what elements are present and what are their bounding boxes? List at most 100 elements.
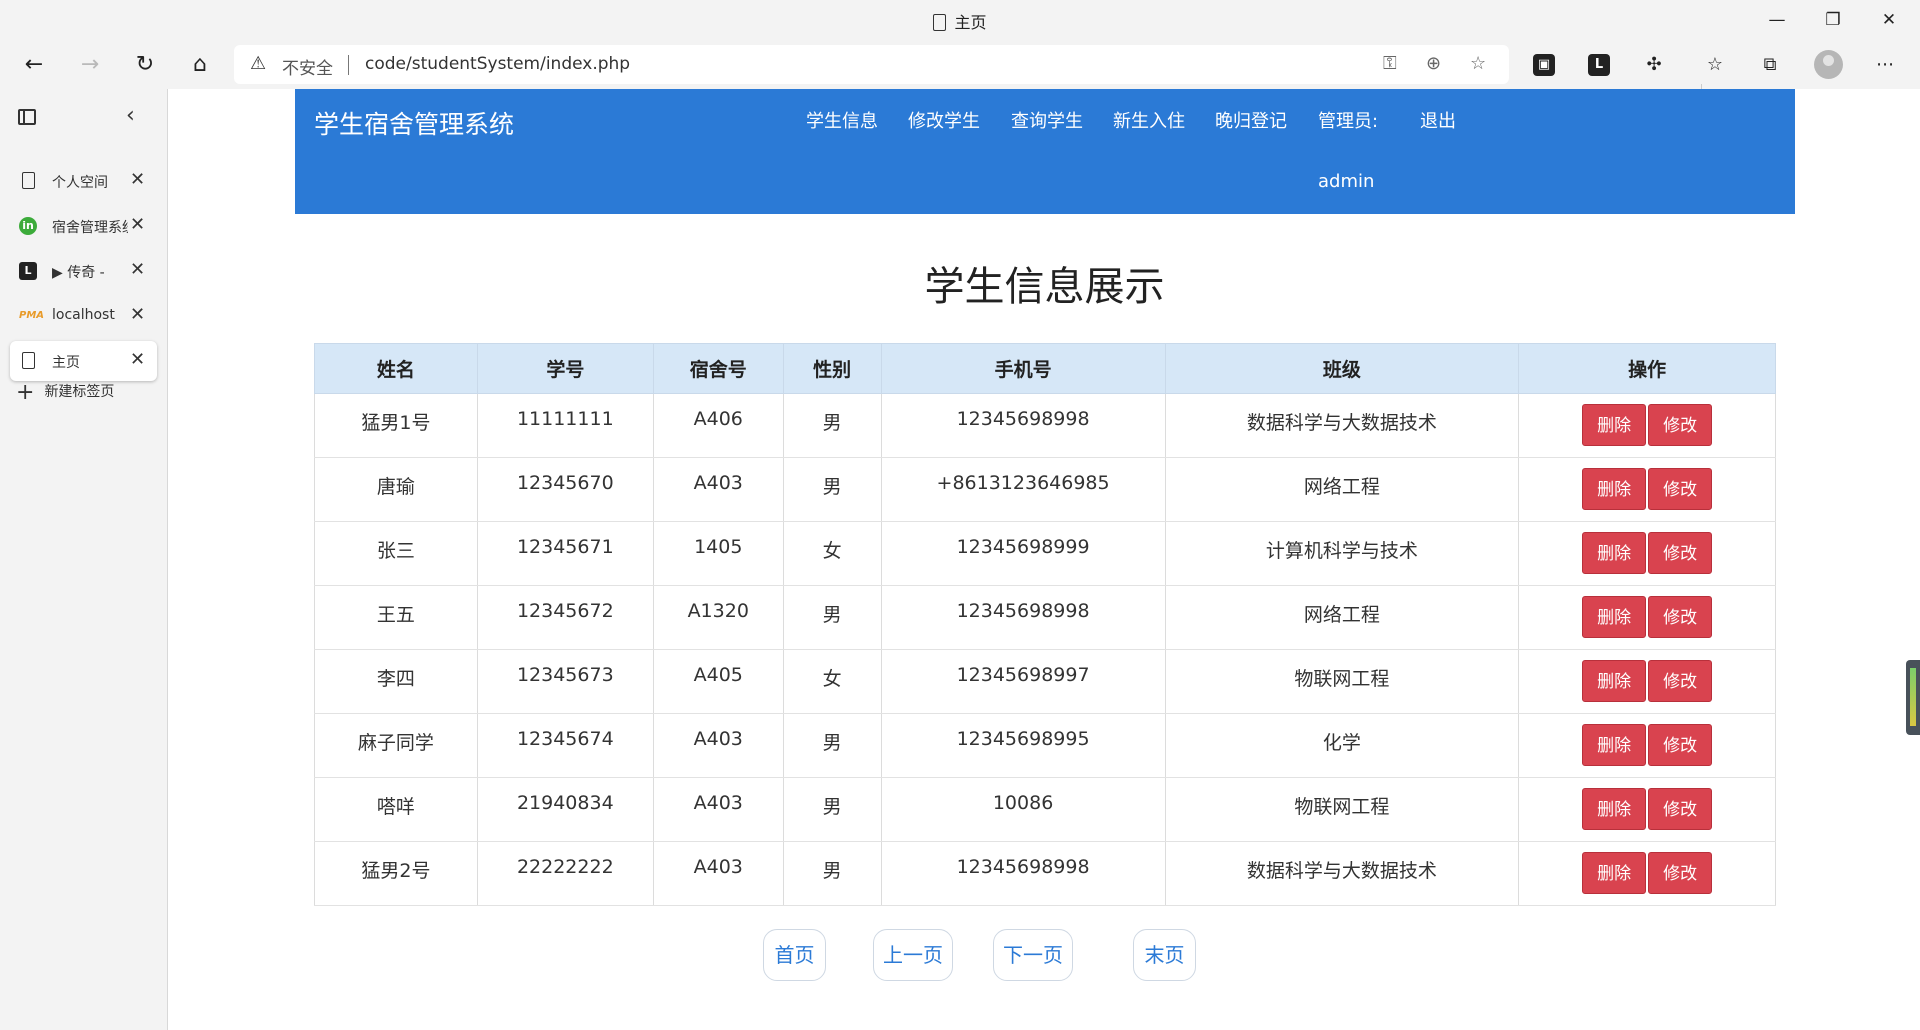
cell-name: 麻子同学 bbox=[314, 713, 478, 778]
cell-name: 唐瑜 bbox=[314, 457, 478, 522]
delete-button[interactable]: 删除 bbox=[1582, 404, 1647, 446]
key-icon[interactable]: ⚿ bbox=[1383, 53, 1397, 74]
table-header-row: 姓名 学号 宿舍号 性别 手机号 班级 操作 bbox=[314, 343, 1776, 394]
table-row: 张三 12345671 1405 女 12345698999 计算机科学与技术 删除 修改 bbox=[314, 521, 1776, 586]
tab-dorm-system[interactable]: in 宿舍管理系统 ✕ bbox=[10, 206, 157, 246]
favorites-icon[interactable]: ☆ bbox=[1702, 52, 1728, 78]
reload-button[interactable]: ↻ bbox=[127, 48, 163, 82]
delete-button[interactable]: 删除 bbox=[1582, 852, 1647, 894]
prev-page-button[interactable]: 上一页 bbox=[873, 929, 953, 981]
address-bar[interactable]: ⚠ 不安全 code/studentSystem/index.php ⚿ ⊕ ☆ bbox=[234, 45, 1509, 84]
new-tab-button[interactable]: + 新建标签页 bbox=[16, 380, 114, 405]
edit-button[interactable]: 修改 bbox=[1648, 788, 1713, 830]
header-student-id: 学号 bbox=[476, 343, 654, 394]
cell-dorm: A1320 bbox=[652, 585, 784, 650]
close-tab-icon[interactable]: ✕ bbox=[130, 349, 145, 370]
cell-student-id: 11111111 bbox=[476, 393, 654, 458]
plus-icon: + bbox=[16, 380, 35, 405]
page-content: 学生宿舍管理系统 学生信息 修改学生 查询学生 新生入住 晚归登记 管理员: 退… bbox=[169, 89, 1920, 1030]
last-page-button[interactable]: 末页 bbox=[1133, 929, 1196, 981]
collections-icon[interactable]: ⧉ bbox=[1757, 52, 1783, 78]
vertical-tabs-sidebar: ‹ 个人空间 ✕ in 宿舍管理系统 ✕ L ▶ 传奇 - ✕ PMA loca… bbox=[0, 89, 168, 1030]
tab-localhost[interactable]: PMA localhost ✕ bbox=[10, 296, 157, 336]
url-text[interactable]: code/studentSystem/index.php bbox=[365, 54, 630, 74]
security-label[interactable]: 不安全 bbox=[282, 54, 333, 79]
delete-button[interactable]: 删除 bbox=[1582, 468, 1647, 510]
warning-icon[interactable]: ⚠ bbox=[250, 53, 266, 74]
cell-actions: 删除 修改 bbox=[1518, 649, 1776, 714]
edit-button[interactable]: 修改 bbox=[1648, 404, 1713, 446]
cell-gender: 男 bbox=[782, 393, 882, 458]
close-tab-icon[interactable]: ✕ bbox=[130, 214, 145, 235]
cell-student-id: 21940834 bbox=[476, 777, 654, 842]
table-row: 猛男2号 22222222 A403 男 12345698998 数据科学与大数据技术 删除… bbox=[314, 841, 1776, 906]
cell-actions: 删除 修改 bbox=[1518, 713, 1776, 778]
home-button[interactable]: ⌂ bbox=[182, 48, 218, 82]
cell-dorm: A406 bbox=[652, 393, 784, 458]
edit-button[interactable]: 修改 bbox=[1648, 724, 1713, 766]
edit-button[interactable]: 修改 bbox=[1648, 660, 1713, 702]
close-tab-icon[interactable]: ✕ bbox=[130, 259, 145, 280]
edit-button[interactable]: 修改 bbox=[1648, 852, 1713, 894]
tab-legend[interactable]: L ▶ 传奇 - ✕ bbox=[10, 251, 157, 291]
forward-button[interactable]: → bbox=[72, 48, 108, 82]
cell-dorm: A403 bbox=[652, 841, 784, 906]
puzzle-icon[interactable]: ✣ bbox=[1641, 52, 1667, 78]
nav-late-return[interactable]: 晚归登记 bbox=[1215, 107, 1287, 133]
nav-logout[interactable]: 退出 bbox=[1420, 107, 1456, 133]
delete-button[interactable]: 删除 bbox=[1582, 724, 1647, 766]
cell-gender: 男 bbox=[782, 777, 882, 842]
delete-button[interactable]: 删除 bbox=[1582, 532, 1647, 574]
browser-toolbar: ← → ↻ ⌂ ⚠ 不安全 code/studentSystem/index.p… bbox=[0, 40, 1920, 104]
nav-new-checkin[interactable]: 新生入住 bbox=[1113, 107, 1185, 133]
edit-button[interactable]: 修改 bbox=[1648, 532, 1713, 574]
new-tab-label: 新建标签页 bbox=[44, 384, 115, 400]
pagination: 首页 上一页 下一页 末页 bbox=[169, 929, 1920, 981]
edit-button[interactable]: 修改 bbox=[1648, 468, 1713, 510]
cell-name: 猛男1号 bbox=[314, 393, 478, 458]
next-page-button[interactable]: 下一页 bbox=[993, 929, 1073, 981]
restore-button[interactable]: ❐ bbox=[1810, 6, 1856, 34]
header-class: 班级 bbox=[1164, 343, 1520, 394]
zoom-icon[interactable]: ⊕ bbox=[1426, 53, 1441, 74]
cell-name: 张三 bbox=[314, 521, 478, 586]
tab-label: 宿舍管理系统 bbox=[52, 220, 128, 236]
table-row: 嗒咩 21940834 A403 男 10086 物联网工程 删除 修改 bbox=[314, 777, 1776, 842]
close-tab-icon[interactable]: ✕ bbox=[130, 304, 145, 325]
delete-button[interactable]: 删除 bbox=[1582, 788, 1647, 830]
delete-button[interactable]: 删除 bbox=[1582, 596, 1647, 638]
cell-gender: 男 bbox=[782, 457, 882, 522]
nav-edit-student[interactable]: 修改学生 bbox=[908, 107, 980, 133]
minimize-button[interactable]: — bbox=[1754, 6, 1800, 34]
leetcode-icon[interactable]: L bbox=[1588, 54, 1610, 76]
close-tab-icon[interactable]: ✕ bbox=[130, 169, 145, 190]
cell-phone: 12345698997 bbox=[880, 649, 1166, 714]
tab-actions-icon[interactable] bbox=[18, 109, 36, 125]
edit-button[interactable]: 修改 bbox=[1648, 596, 1713, 638]
student-table: 姓名 学号 宿舍号 性别 手机号 班级 操作 猛男1号 11111111 A406 男… bbox=[314, 343, 1776, 906]
more-icon[interactable]: ⋯ bbox=[1872, 52, 1898, 78]
tab-home-active[interactable]: 主页 ✕ bbox=[10, 341, 157, 381]
back-button[interactable]: ← bbox=[16, 48, 52, 82]
delete-button[interactable]: 删除 bbox=[1582, 660, 1647, 702]
extension-tab-icon[interactable]: ▣ bbox=[1533, 54, 1555, 76]
admin-username: admin bbox=[1318, 171, 1375, 192]
cell-student-id: 22222222 bbox=[476, 841, 654, 906]
profile-avatar[interactable] bbox=[1814, 50, 1843, 79]
cell-student-id: 12345672 bbox=[476, 585, 654, 650]
page-scrollbar-thumb[interactable] bbox=[1906, 660, 1920, 735]
table-row: 猛男1号 11111111 A406 男 12345698998 数据科学与大数据技术 删除… bbox=[314, 393, 1776, 458]
cell-class: 数据科学与大数据技术 bbox=[1164, 393, 1520, 458]
close-window-button[interactable]: ✕ bbox=[1866, 6, 1912, 34]
site-brand[interactable]: 学生宿舍管理系统 bbox=[314, 105, 514, 141]
collapse-sidebar-icon[interactable]: ‹ bbox=[126, 103, 135, 128]
table-row: 王五 12345672 A1320 男 12345698998 网络工程 删除 修改 bbox=[314, 585, 1776, 650]
table-row: 李四 12345673 A405 女 12345698997 物联网工程 删除 修改 bbox=[314, 649, 1776, 714]
first-page-button[interactable]: 首页 bbox=[763, 929, 826, 981]
add-favorite-icon[interactable]: ☆ bbox=[1470, 53, 1486, 74]
table-row: 麻子同学 12345674 A403 男 12345698995 化学 删除 修改 bbox=[314, 713, 1776, 778]
table-row: 唐瑜 12345670 A403 男 +8613123646985 网络工程 删除 修改 bbox=[314, 457, 1776, 522]
tab-personal-space[interactable]: 个人空间 ✕ bbox=[10, 161, 157, 201]
nav-student-info[interactable]: 学生信息 bbox=[806, 107, 878, 133]
nav-query-student[interactable]: 查询学生 bbox=[1011, 107, 1083, 133]
